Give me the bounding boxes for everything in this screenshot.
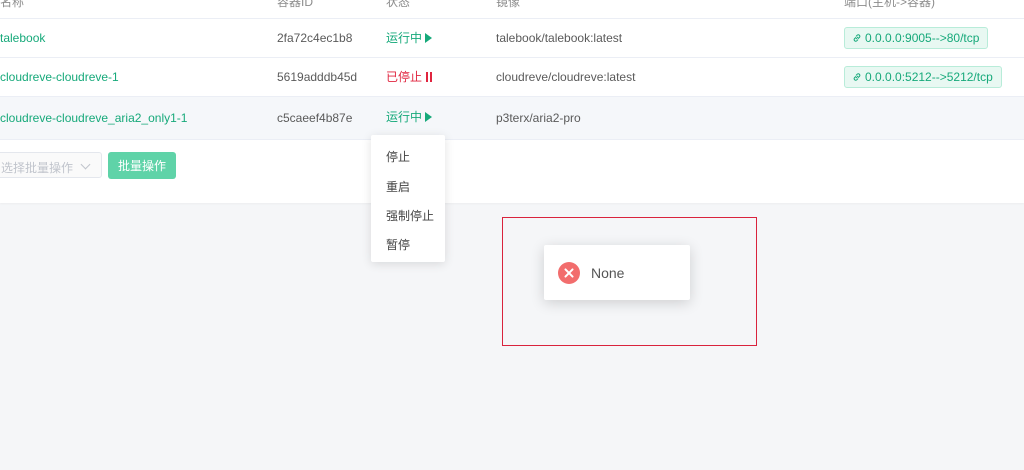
- status-toggle[interactable]: 运行中: [386, 31, 433, 45]
- status-action-menu: 停止 重启 强制停止 暂停: [371, 135, 445, 262]
- batch-operation-select[interactable]: 选择批量操作: [0, 152, 102, 178]
- status-toggle[interactable]: 运行中: [386, 110, 433, 124]
- batch-operation-button[interactable]: 批量操作: [108, 152, 176, 179]
- table-header: 名称 容器ID 状态 镜像 端口(主机->容器): [0, 0, 1024, 19]
- link-icon: [853, 34, 861, 42]
- menu-item-pause[interactable]: 暂停: [386, 236, 410, 253]
- menu-item-force-stop[interactable]: 强制停止: [386, 207, 434, 224]
- column-header-container-id: 容器ID: [277, 0, 314, 9]
- batch-select-placeholder: 选择批量操作: [1, 161, 74, 175]
- table-row: cloudreve-cloudreve-1 5619adddb45d 已停止 c…: [0, 58, 1024, 97]
- menu-item-stop[interactable]: 停止: [386, 148, 410, 165]
- column-header-port: 端口(主机->容器): [844, 0, 935, 9]
- container-name-link[interactable]: talebook: [0, 31, 45, 45]
- port-label: 0.0.0.0:5212-->5212/tcp: [865, 70, 993, 84]
- container-id: 2fa72c4ec1b8: [277, 31, 353, 45]
- toast-message: None: [591, 265, 625, 281]
- status-label: 运行中: [386, 110, 423, 124]
- table-row: talebook 2fa72c4ec1b8 运行中 talebook/taleb…: [0, 19, 1024, 58]
- status-toggle[interactable]: 已停止: [386, 70, 433, 84]
- column-header-image: 镜像: [496, 0, 521, 9]
- container-name-link[interactable]: cloudreve-cloudreve-1: [0, 70, 119, 84]
- error-toast: None: [544, 245, 690, 300]
- container-name-link[interactable]: cloudreve-cloudreve_aria2_only1-1: [0, 111, 187, 125]
- container-image: p3terx/aria2-pro: [496, 111, 581, 125]
- menu-item-restart[interactable]: 重启: [386, 178, 410, 195]
- container-id: 5619adddb45d: [277, 70, 358, 84]
- status-label: 已停止: [386, 70, 423, 84]
- table-row: cloudreve-cloudreve_aria2_only1-1 c5caee…: [0, 97, 1024, 140]
- status-label: 运行中: [386, 31, 423, 45]
- container-id: c5caeef4b87e: [277, 111, 353, 125]
- container-image: talebook/talebook:latest: [496, 31, 623, 45]
- port-label: 0.0.0.0:9005-->80/tcp: [865, 31, 980, 45]
- column-header-name: 名称: [0, 0, 25, 9]
- port-tag[interactable]: 0.0.0.0:9005-->80/tcp: [844, 27, 989, 49]
- play-icon: [425, 33, 433, 43]
- pause-icon: [425, 72, 433, 82]
- port-tag[interactable]: 0.0.0.0:5212-->5212/tcp: [844, 66, 1002, 88]
- column-header-status: 状态: [386, 0, 411, 9]
- container-table-panel: 名称 容器ID 状态 镜像 端口(主机->容器) talebook 2fa72c…: [0, 0, 1024, 203]
- container-image: cloudreve/cloudreve:latest: [496, 70, 636, 84]
- link-icon: [853, 73, 861, 81]
- play-icon: [425, 112, 433, 122]
- chevron-down-icon: [80, 159, 91, 170]
- error-circle-icon: [558, 262, 580, 284]
